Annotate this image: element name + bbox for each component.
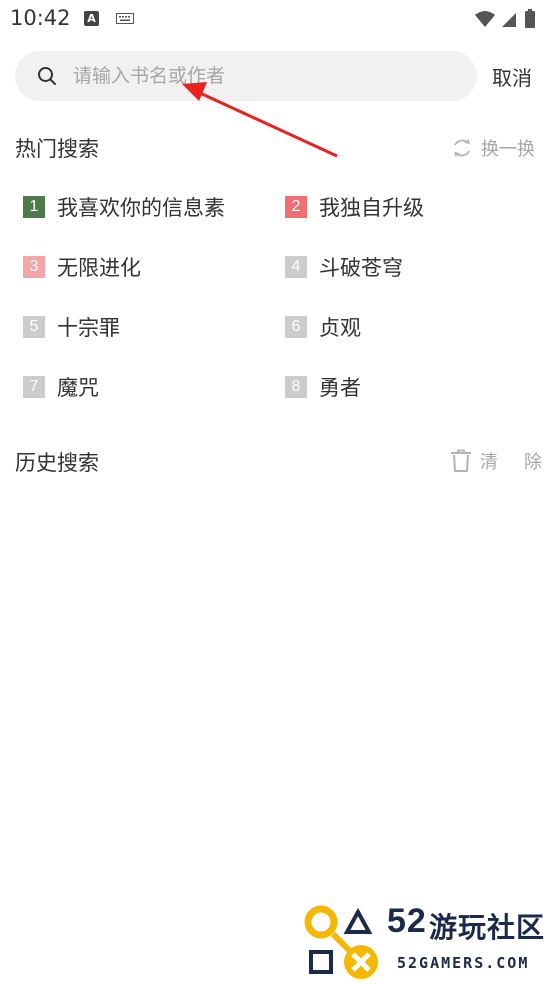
hot-item-name: 贞观 bbox=[319, 316, 361, 340]
rank-badge: 7 bbox=[23, 376, 45, 398]
history-title: 历史搜索 bbox=[15, 451, 99, 475]
hot-item-2[interactable]: 2 我独自升级 bbox=[285, 193, 424, 221]
cancel-button[interactable]: 取消 bbox=[492, 62, 532, 91]
rank-badge: 2 bbox=[285, 196, 307, 218]
hot-item-8[interactable]: 8 勇者 bbox=[285, 373, 361, 401]
wifi-icon bbox=[475, 11, 495, 27]
refresh-icon bbox=[454, 139, 470, 157]
watermark: 52 游玩社区 52GAMERS.COM bbox=[303, 902, 553, 984]
hot-search-title: 热门搜索 bbox=[15, 137, 99, 161]
search-icon bbox=[38, 67, 56, 85]
watermark-domain: 52GAMERS.COM bbox=[397, 954, 530, 972]
hot-item-7[interactable]: 7 魔咒 bbox=[23, 373, 99, 401]
hot-item-name: 十宗罪 bbox=[57, 316, 120, 340]
signal-icon bbox=[502, 13, 516, 27]
rank-badge: 3 bbox=[23, 256, 45, 278]
rank-badge: 8 bbox=[285, 376, 307, 398]
rank-badge: 5 bbox=[23, 316, 45, 338]
status-time: 10:42 bbox=[10, 6, 71, 30]
hot-item-1[interactable]: 1 我喜欢你的信息素 bbox=[23, 193, 225, 221]
watermark-brand: 游玩社区 bbox=[429, 911, 546, 944]
trash-icon bbox=[451, 449, 471, 472]
battery-icon bbox=[525, 9, 535, 28]
watermark-logo-icon bbox=[304, 905, 378, 979]
watermark-number: 52 bbox=[387, 902, 427, 940]
refresh-label: 换一换 bbox=[481, 139, 535, 160]
hot-item-3[interactable]: 3 无限进化 bbox=[23, 253, 141, 281]
status-bar: 10:42 A bbox=[0, 0, 553, 40]
hot-item-name: 斗破苍穹 bbox=[319, 256, 403, 280]
hot-item-5[interactable]: 5 十宗罪 bbox=[23, 313, 120, 341]
hot-item-name: 勇者 bbox=[319, 376, 361, 400]
search-bar[interactable] bbox=[15, 51, 477, 101]
system-indicators bbox=[475, 9, 535, 28]
hot-item-name: 我独自升级 bbox=[319, 196, 424, 220]
keyboard-icon bbox=[116, 13, 134, 24]
hot-item-name: 我喜欢你的信息素 bbox=[57, 196, 225, 220]
rank-badge: 1 bbox=[23, 196, 45, 218]
hot-item-6[interactable]: 6 贞观 bbox=[285, 313, 361, 341]
rank-badge: 6 bbox=[285, 316, 307, 338]
search-input[interactable] bbox=[73, 51, 463, 101]
hot-item-name: 魔咒 bbox=[57, 376, 99, 400]
refresh-button[interactable]: 换一换 bbox=[451, 135, 535, 161]
hot-item-4[interactable]: 4 斗破苍穹 bbox=[285, 253, 403, 281]
rank-badge: 4 bbox=[285, 256, 307, 278]
hot-item-name: 无限进化 bbox=[57, 256, 141, 280]
notification-a-icon: A bbox=[84, 11, 99, 26]
clear-label: 清 除 bbox=[480, 452, 546, 473]
clear-history-button[interactable]: 清 除 bbox=[450, 448, 546, 474]
